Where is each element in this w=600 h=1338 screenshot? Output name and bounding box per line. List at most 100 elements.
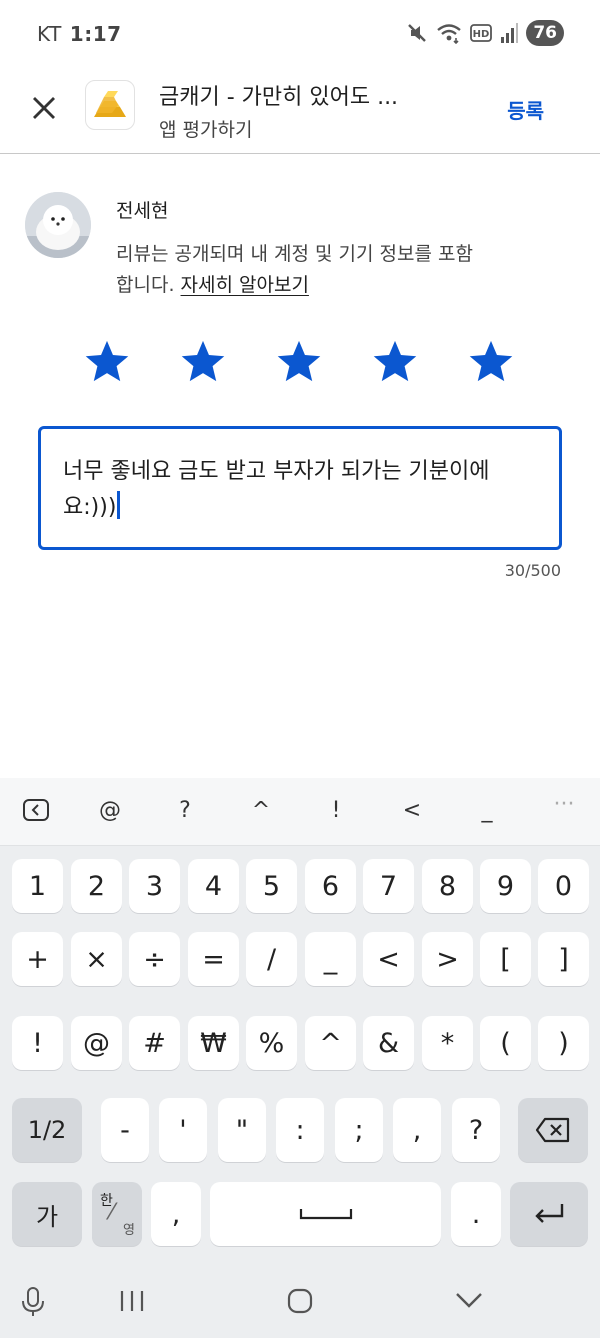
key[interactable]: , bbox=[393, 1098, 441, 1162]
key[interactable]: " bbox=[218, 1098, 266, 1162]
gold-bars-icon bbox=[94, 91, 126, 117]
chevron-left-box-icon bbox=[23, 799, 49, 821]
keyboard-collapse-button[interactable] bbox=[11, 796, 61, 830]
key[interactable]: : bbox=[276, 1098, 324, 1162]
symbol-page-key[interactable]: 1/2 bbox=[12, 1098, 82, 1162]
chevron-down-icon bbox=[456, 1293, 482, 1308]
key[interactable]: 9 bbox=[480, 859, 531, 913]
recent-apps-icon bbox=[120, 1291, 144, 1311]
toolbar-key[interactable]: ^ bbox=[236, 798, 286, 823]
key[interactable]: 5 bbox=[246, 859, 297, 913]
clock: 1:17 bbox=[69, 22, 122, 46]
key[interactable]: ^ bbox=[305, 1016, 356, 1070]
key[interactable]: ₩ bbox=[188, 1016, 239, 1070]
star-3-icon[interactable] bbox=[276, 338, 322, 384]
app-icon bbox=[85, 80, 135, 130]
keyboard: @ ? ^ ! < _ ··· 1 2 3 4 5 6 7 8 9 0 + × … bbox=[0, 778, 600, 1264]
status-left: KT 1:17 bbox=[37, 22, 122, 46]
star-2-icon[interactable] bbox=[180, 338, 226, 384]
home-icon bbox=[287, 1288, 313, 1314]
key[interactable]: < bbox=[363, 932, 414, 986]
status-icons: HD 76 bbox=[406, 20, 564, 46]
character-count: 30/500 bbox=[504, 561, 561, 580]
top-app-bar: 금캐기 - 가만히 있어도 ... 앱 평가하기 등록 bbox=[0, 68, 600, 154]
close-icon bbox=[33, 97, 55, 119]
key[interactable]: 6 bbox=[305, 859, 356, 913]
key[interactable]: 4 bbox=[188, 859, 239, 913]
key[interactable]: 8 bbox=[422, 859, 473, 913]
key[interactable]: 7 bbox=[363, 859, 414, 913]
key[interactable]: ' bbox=[159, 1098, 207, 1162]
toolbar-key[interactable]: @ bbox=[85, 798, 135, 823]
period-key[interactable]: . bbox=[451, 1182, 501, 1246]
avatar bbox=[25, 192, 91, 258]
key[interactable]: × bbox=[71, 932, 122, 986]
recent-apps-button[interactable] bbox=[118, 1288, 146, 1318]
navigation-bar bbox=[0, 1264, 600, 1338]
home-button[interactable] bbox=[286, 1287, 314, 1319]
hd-icon: HD bbox=[470, 24, 493, 42]
key[interactable]: ; bbox=[335, 1098, 383, 1162]
korean-layout-key[interactable]: 가 bbox=[12, 1182, 82, 1246]
text-cursor bbox=[117, 491, 121, 519]
key[interactable]: * bbox=[422, 1016, 473, 1070]
toolbar-key[interactable]: _ bbox=[462, 798, 512, 823]
close-button[interactable] bbox=[22, 86, 66, 130]
voice-input-button[interactable] bbox=[20, 1286, 46, 1322]
carrier-label: KT bbox=[37, 22, 62, 46]
page-subtitle: 앱 평가하기 bbox=[159, 119, 253, 141]
key[interactable]: ÷ bbox=[129, 932, 180, 986]
key[interactable]: % bbox=[246, 1016, 297, 1070]
key[interactable]: # bbox=[129, 1016, 180, 1070]
key[interactable]: & bbox=[363, 1016, 414, 1070]
mute-icon bbox=[406, 22, 428, 44]
learn-more-link[interactable]: 자세히 알아보기 bbox=[181, 274, 309, 296]
language-toggle-key[interactable]: 한 ⁄ 영 bbox=[92, 1182, 142, 1246]
key[interactable]: = bbox=[188, 932, 239, 986]
key[interactable]: + bbox=[12, 932, 63, 986]
comma-key[interactable]: , bbox=[151, 1182, 201, 1246]
star-rating bbox=[84, 338, 514, 384]
key[interactable]: [ bbox=[480, 932, 531, 986]
slash-divider: ⁄ bbox=[110, 1200, 114, 1225]
key[interactable]: 2 bbox=[71, 859, 122, 913]
app-title: 금캐기 - 가만히 있어도 ... bbox=[159, 85, 399, 110]
star-1-icon[interactable] bbox=[84, 338, 130, 384]
key[interactable]: ? bbox=[452, 1098, 500, 1162]
more-options-icon[interactable]: ··· bbox=[539, 792, 589, 817]
star-4-icon[interactable] bbox=[372, 338, 418, 384]
key[interactable]: @ bbox=[71, 1016, 122, 1070]
review-input[interactable]: 너무 좋네요 금도 받고 부자가 되가는 기분이에요:))) bbox=[38, 426, 562, 550]
battery-indicator: 76 bbox=[526, 20, 564, 46]
key[interactable]: / bbox=[246, 932, 297, 986]
yeong-label: 영 bbox=[123, 1223, 135, 1238]
toolbar-key[interactable]: ! bbox=[311, 798, 361, 823]
key[interactable]: ) bbox=[538, 1016, 589, 1070]
space-key[interactable] bbox=[210, 1182, 441, 1246]
key[interactable]: ] bbox=[538, 932, 589, 986]
toolbar-key[interactable]: < bbox=[387, 798, 437, 823]
back-button[interactable] bbox=[454, 1290, 484, 1314]
key[interactable]: - bbox=[101, 1098, 149, 1162]
status-bar: KT 1:17 HD 76 bbox=[0, 0, 600, 68]
key[interactable]: 3 bbox=[129, 859, 180, 913]
key[interactable]: > bbox=[422, 932, 473, 986]
key[interactable]: ! bbox=[12, 1016, 63, 1070]
dog-avatar-image bbox=[25, 192, 91, 258]
microphone-icon bbox=[22, 1287, 44, 1316]
key[interactable]: 0 bbox=[538, 859, 589, 913]
signal-icon bbox=[500, 23, 519, 43]
space-bar-icon bbox=[299, 1209, 352, 1220]
backspace-icon bbox=[535, 1117, 570, 1143]
key[interactable]: _ bbox=[305, 932, 356, 986]
key[interactable]: 1 bbox=[12, 859, 63, 913]
backspace-key[interactable] bbox=[518, 1098, 588, 1162]
toolbar-key[interactable]: ? bbox=[160, 798, 210, 823]
keyboard-toolbar: @ ? ^ ! < _ ··· bbox=[0, 778, 600, 846]
wifi-icon bbox=[436, 22, 462, 44]
svg-text:HD: HD bbox=[473, 29, 490, 40]
enter-key[interactable] bbox=[510, 1182, 588, 1246]
post-button[interactable]: 등록 bbox=[507, 95, 544, 124]
star-5-icon[interactable] bbox=[468, 338, 514, 384]
key[interactable]: ( bbox=[480, 1016, 531, 1070]
